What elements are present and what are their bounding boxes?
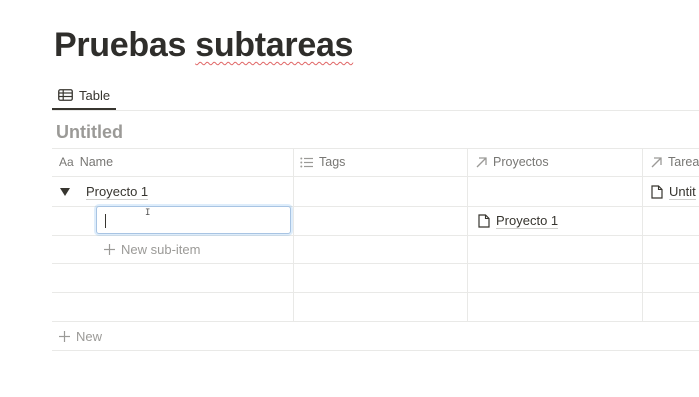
text-property-icon: Aa (59, 155, 74, 169)
column-header-label: Tarea (668, 155, 699, 169)
new-sub-item-button[interactable]: New sub-item (104, 240, 200, 258)
column-header-tarea[interactable]: Tarea (651, 149, 699, 175)
row-border (52, 235, 699, 236)
page-title-word-1: Pruebas (54, 26, 187, 64)
column-header-tags[interactable]: Tags (300, 149, 345, 175)
tab-table-label: Table (79, 87, 111, 103)
relation-link[interactable]: Proyecto 1 (496, 213, 559, 229)
column-header-name[interactable]: Aa Name (59, 149, 113, 175)
column-divider (642, 149, 643, 321)
text-caret (105, 214, 106, 228)
database-title[interactable]: Untitled (56, 122, 123, 143)
relation-link[interactable]: Untit (669, 184, 696, 200)
arrow-up-right-icon (476, 156, 487, 168)
toggle-triangle-icon[interactable] (60, 187, 70, 197)
plus-icon (59, 330, 70, 342)
row-border (52, 321, 699, 322)
page-icon (651, 185, 663, 199)
tab-table-view[interactable]: Table (54, 80, 114, 110)
relation-cell-tarea[interactable]: Untit (651, 183, 696, 201)
row-border (52, 263, 699, 264)
tabs-divider (52, 110, 699, 111)
sub-item-name-input[interactable]: I (96, 206, 291, 234)
column-header-label: Tags (319, 155, 346, 169)
list-icon (300, 157, 313, 168)
relation-cell-proyectos[interactable]: Proyecto 1 (478, 212, 559, 230)
row-border (52, 350, 699, 351)
plus-icon (104, 243, 115, 255)
column-divider (293, 149, 294, 321)
row-name[interactable]: Proyecto 1 (86, 184, 149, 200)
new-sub-item-label: New sub-item (121, 241, 201, 257)
table-top-border (52, 148, 699, 149)
header-bottom-border (52, 176, 699, 177)
page-icon (478, 214, 490, 228)
new-row-label: New (76, 328, 103, 344)
page-title-word-2: subtareas (195, 26, 354, 64)
new-row-button[interactable]: New (59, 327, 102, 345)
column-header-label: Proyectos (493, 155, 549, 169)
column-header-proyectos[interactable]: Proyectos (476, 149, 549, 175)
table-row-parent[interactable]: Proyecto 1 (60, 183, 149, 201)
row-border (52, 292, 699, 293)
table-icon (58, 89, 73, 101)
page-title[interactable]: Pruebas subtareas (54, 26, 353, 65)
column-divider (467, 149, 468, 321)
column-header-label: Name (79, 155, 114, 169)
text-cursor-icon: I (145, 208, 151, 218)
arrow-up-right-icon (651, 156, 662, 168)
